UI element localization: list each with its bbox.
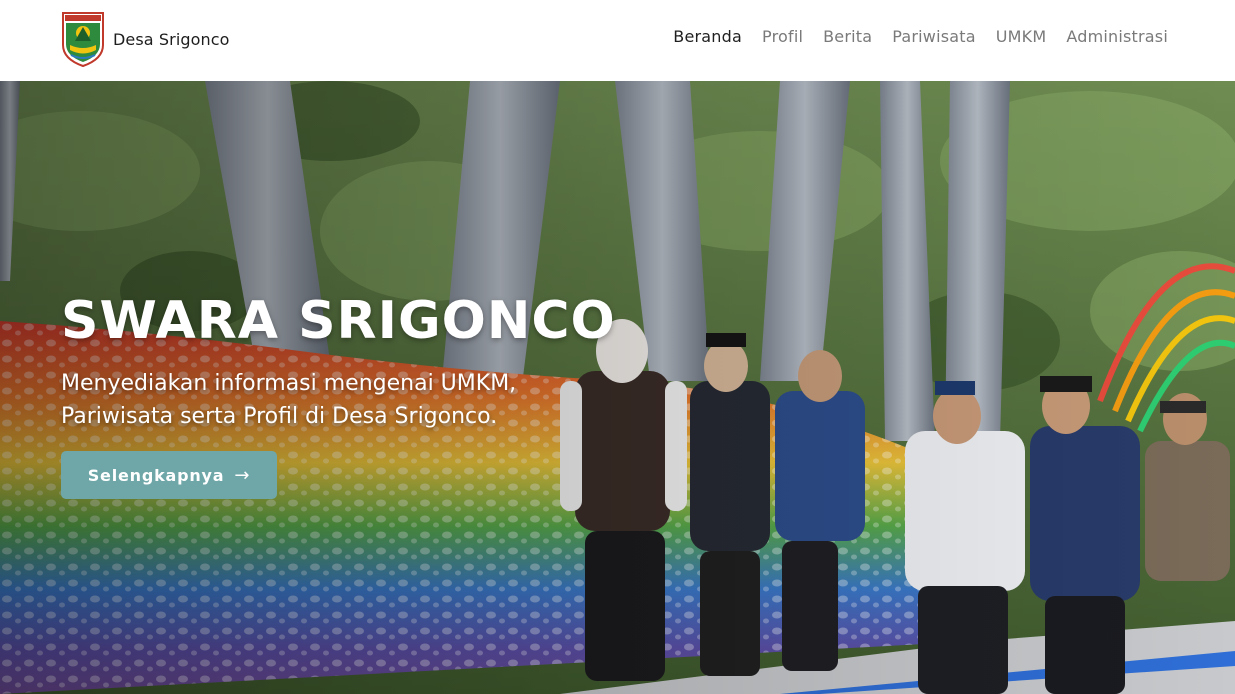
kabupaten-malang-crest-icon xyxy=(62,11,104,67)
cta-label: Selengkapnya xyxy=(87,465,225,485)
nav-item-profil[interactable]: Profil xyxy=(762,27,803,46)
hero-subtitle-line-2: Pariwisata serta Profil di Desa Srigonco… xyxy=(61,404,498,429)
nav-item-umkm[interactable]: UMKM xyxy=(996,27,1047,46)
nav-item-berita[interactable]: Berita xyxy=(823,27,872,46)
hero-title: SWARA SRIGONCO xyxy=(61,291,616,351)
hero-section: SWARA SRIGONCO Menyediakan informasi men… xyxy=(0,81,1235,694)
hero-subtitle: Menyediakan informasi mengenai UMKM, Par… xyxy=(61,367,601,433)
hero-subtitle-line-1: Menyediakan informasi mengenai UMKM, xyxy=(61,371,517,396)
selengkapnya-button[interactable]: Selengkapnya → xyxy=(61,451,277,499)
nav-item-pariwisata[interactable]: Pariwisata xyxy=(892,27,976,46)
nav-item-beranda[interactable]: Beranda xyxy=(673,27,742,46)
brand-name: Desa Srigonco xyxy=(113,29,230,49)
nav-item-administrasi[interactable]: Administrasi xyxy=(1066,27,1168,46)
top-navbar: Desa Srigonco Beranda Profil Berita Pari… xyxy=(0,0,1235,81)
arrow-right-icon: → xyxy=(234,464,251,486)
brand-link[interactable]: Desa Srigonco xyxy=(61,10,230,68)
main-nav: Beranda Profil Berita Pariwisata UMKM Ad… xyxy=(673,27,1168,46)
